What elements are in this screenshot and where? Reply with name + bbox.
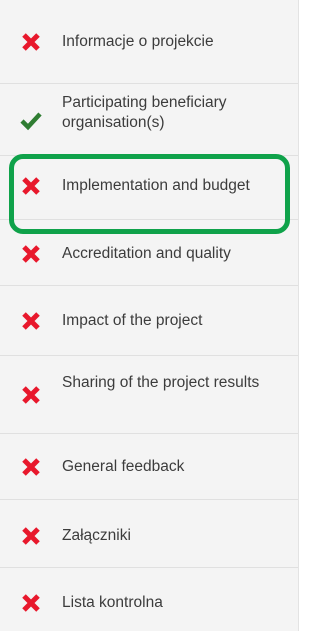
cross-icon — [20, 384, 42, 406]
sidebar-item-label: Lista kontrolna — [62, 594, 163, 611]
sidebar-item-label: Accreditation and quality — [62, 245, 231, 262]
sidebar-item-impact-of-the-project[interactable]: Impact of the project — [0, 286, 298, 356]
cross-icon — [20, 592, 42, 614]
sidebar-item-label: Implementation and budget — [62, 177, 250, 194]
sidebar-item-participating-beneficiary-organisations[interactable]: Participating beneficiary organisation(s… — [0, 84, 298, 156]
cross-icon — [20, 243, 42, 265]
sidebar-item-label: Informacje o projekcie — [62, 33, 214, 50]
sidebar-item-label: Załączniki — [62, 527, 131, 544]
checkmark-icon — [20, 109, 42, 131]
cross-icon — [20, 456, 42, 478]
sidebar-item-lista-kontrolna[interactable]: Lista kontrolna — [0, 568, 298, 631]
sidebar-item-accreditation-and-quality[interactable]: Accreditation and quality — [0, 220, 298, 286]
sidebar-item-label: Participating beneficiary organisation(s… — [62, 94, 227, 131]
cross-icon — [20, 175, 42, 197]
cross-icon — [20, 525, 42, 547]
sidebar-item-general-feedback[interactable]: General feedback — [0, 434, 298, 500]
section-navigation-sidebar: Informacje o projekcie Participating ben… — [0, 0, 299, 631]
sidebar-item-zalaczniki[interactable]: Załączniki — [0, 500, 298, 568]
sidebar-item-label: Impact of the project — [62, 312, 203, 329]
cross-icon — [20, 31, 42, 53]
sidebar-item-label: General feedback — [62, 458, 185, 475]
sidebar-item-label: Sharing of the project results — [62, 374, 260, 391]
sidebar-item-implementation-and-budget[interactable]: Implementation and budget — [0, 156, 298, 220]
sidebar-item-informacje-o-projekcie[interactable]: Informacje o projekcie — [0, 0, 298, 84]
sidebar-item-sharing-of-the-project-results[interactable]: Sharing of the project results — [0, 356, 298, 434]
cross-icon — [20, 310, 42, 332]
